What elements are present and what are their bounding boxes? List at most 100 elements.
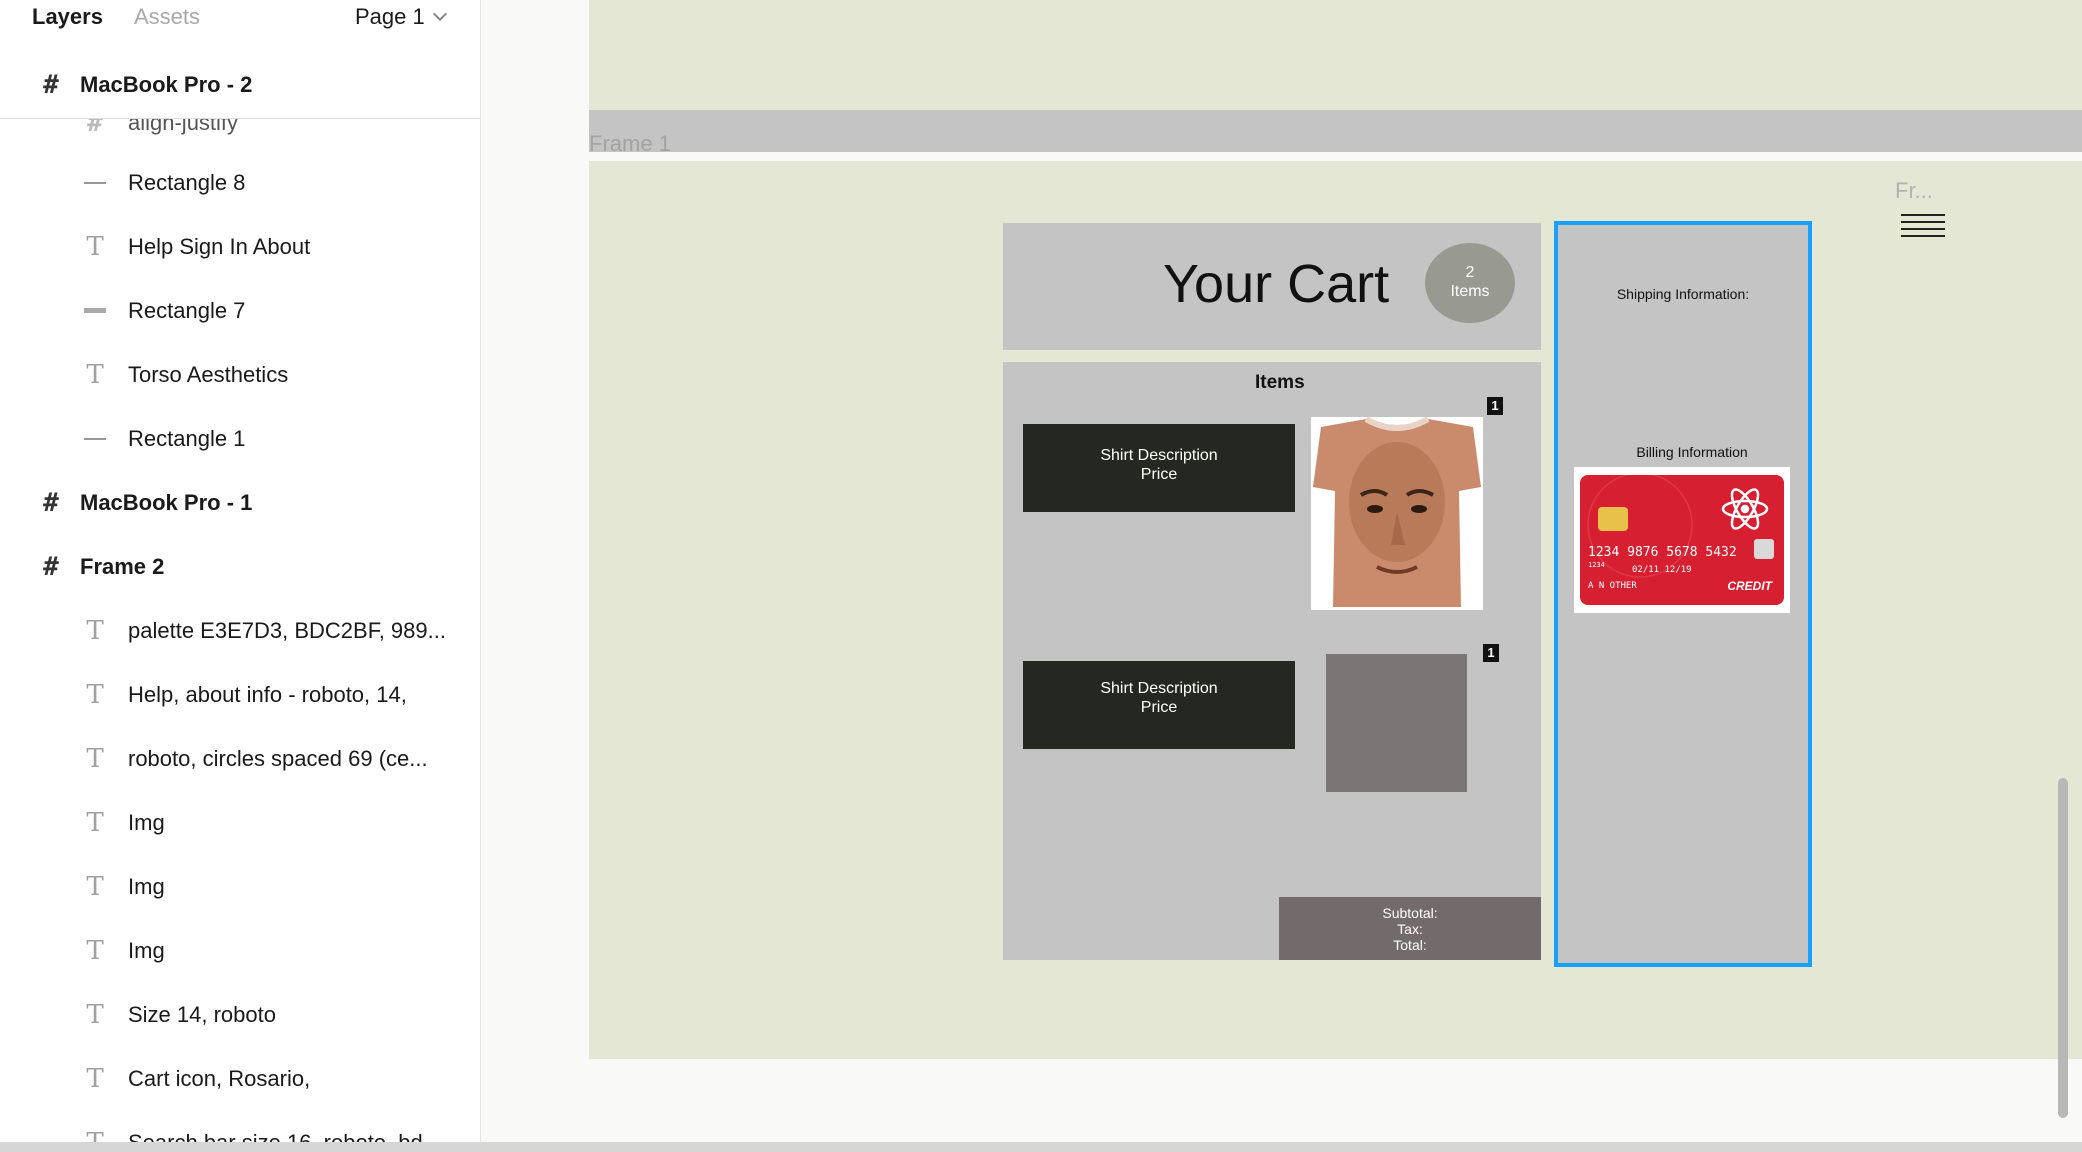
line-icon bbox=[80, 424, 110, 454]
layer-row-cart-icon[interactable]: T Cart icon, Rosario, bbox=[0, 1050, 480, 1110]
layer-label: Frame 2 bbox=[80, 554, 165, 579]
subtotal-label: Subtotal: bbox=[1382, 905, 1438, 921]
tab-layers[interactable]: Layers bbox=[32, 4, 103, 30]
items-heading: Items bbox=[1255, 372, 1305, 393]
layer-label: roboto, circles spaced 69 (ce... bbox=[128, 746, 428, 771]
item-description-card[interactable]: Shirt Description Price bbox=[1023, 424, 1295, 512]
text-icon: T bbox=[86, 616, 104, 646]
shipping-info-label: Shipping Information: bbox=[1616, 286, 1750, 302]
tab-assets[interactable]: Assets bbox=[134, 4, 200, 30]
item-quantity[interactable]: 1 bbox=[1483, 644, 1499, 662]
card-small-number: 1234 bbox=[1588, 561, 1605, 569]
badge-count: 2 bbox=[1465, 264, 1475, 281]
text-icon: T bbox=[86, 1000, 104, 1030]
layer-row-help-about-info[interactable]: T Help, about info - roboto, 14, bbox=[0, 666, 480, 726]
item-price: Price bbox=[1140, 466, 1178, 483]
layer-row-rectangle-1[interactable]: Rectangle 1 bbox=[0, 410, 480, 470]
total-label: Total: bbox=[1393, 937, 1427, 953]
layer-label: Search bar size 16, roboto, bd bbox=[128, 1130, 423, 1142]
text-icon: T bbox=[86, 232, 104, 262]
layer-label: MacBook Pro - 2 bbox=[80, 72, 253, 97]
layer-row-img-2[interactable]: T Img bbox=[0, 858, 480, 918]
layer-row-img-1[interactable]: T Img bbox=[0, 794, 480, 854]
canvas-scrollbar[interactable] bbox=[2058, 778, 2068, 1118]
card-face: 1234 9876 5678 5432 1234 02/11 12/19 A N… bbox=[1580, 475, 1784, 605]
badge-unit: Items bbox=[1450, 283, 1490, 300]
text-icon: T bbox=[86, 936, 104, 966]
item-description-card[interactable]: Shirt Description Price bbox=[1023, 661, 1295, 749]
card-dates: 02/11 12/19 bbox=[1632, 565, 1692, 575]
text-icon: T bbox=[86, 808, 104, 838]
billing-info-label: Billing Information bbox=[1636, 444, 1748, 460]
page-select[interactable]: Page 1 bbox=[355, 4, 447, 30]
page-select-label: Page 1 bbox=[355, 4, 425, 29]
chip-icon bbox=[1598, 507, 1628, 531]
panel-tabs: Layers Assets Page 1 bbox=[0, 0, 480, 40]
layer-row-search-bar[interactable]: T Search bar size 16, roboto, bd bbox=[0, 1114, 480, 1142]
items-panel: Items Shirt Description Price 1 Shirt De… bbox=[1003, 362, 1541, 960]
text-icon: T bbox=[86, 872, 104, 902]
text-icon: T bbox=[86, 680, 104, 710]
layer-label: Rectangle 1 bbox=[128, 426, 246, 451]
layer-label: Help Sign In About bbox=[128, 234, 311, 259]
layer-row-macbook-pro-2[interactable]: # MacBook Pro - 2 bbox=[0, 56, 480, 118]
chevron-down-icon bbox=[432, 6, 447, 22]
layer-label: Img bbox=[128, 874, 165, 899]
frame-icon: # bbox=[43, 552, 59, 582]
layer-row-size-14[interactable]: T Size 14, roboto bbox=[0, 986, 480, 1046]
layer-row-palette[interactable]: T palette E3E7D3, BDC2BF, 989... bbox=[0, 602, 480, 662]
layer-row-torso-aesthetics[interactable]: T Torso Aesthetics bbox=[0, 346, 480, 406]
frame-icon: # bbox=[43, 488, 59, 518]
card-number: 1234 9876 5678 5432 bbox=[1588, 545, 1737, 560]
layer-row-roboto-circles[interactable]: T roboto, circles spaced 69 (ce... bbox=[0, 730, 480, 790]
frame-short-label[interactable]: Fr... bbox=[1895, 178, 1933, 204]
text-icon: T bbox=[86, 1064, 104, 1094]
card-holder: A N OTHER bbox=[1588, 581, 1637, 591]
tax-label: Tax: bbox=[1397, 921, 1423, 937]
line-icon bbox=[80, 168, 110, 198]
frame-icon: # bbox=[43, 70, 59, 100]
divider bbox=[0, 118, 480, 119]
cart-header: Your Cart 2 Items bbox=[1003, 223, 1541, 350]
hologram-icon bbox=[1754, 539, 1774, 559]
layer-label: Torso Aesthetics bbox=[128, 362, 289, 387]
checkout-panel-selected[interactable]: Shipping Information: Billing Informatio… bbox=[1554, 221, 1812, 967]
frame-1-label[interactable]: Frame 1 bbox=[589, 131, 671, 157]
text-icon: T bbox=[80, 1128, 110, 1142]
text-icon: T bbox=[86, 360, 104, 390]
layer-label: palette E3E7D3, BDC2BF, 989... bbox=[128, 618, 446, 643]
layers-panel: Layers Assets Page 1 # align-justify Rec… bbox=[0, 0, 481, 1142]
layer-label: Img bbox=[128, 810, 165, 835]
layer-row-img-3[interactable]: T Img bbox=[0, 922, 480, 982]
cart-title: Your Cart bbox=[1163, 254, 1390, 314]
layer-row-frame-2[interactable]: # Frame 2 bbox=[0, 538, 480, 598]
design-canvas[interactable]: Frame 1 Fr... Your Cart 2 Items Items Sh… bbox=[481, 0, 2082, 1142]
layer-row-rectangle-8[interactable]: Rectangle 8 bbox=[0, 154, 480, 214]
layer-label: Rectangle 8 bbox=[128, 170, 246, 195]
layer-label: Help, about info - roboto, 14, bbox=[128, 682, 407, 707]
text-icon: T bbox=[86, 744, 104, 774]
item-description: Shirt Description bbox=[1100, 447, 1218, 464]
layer-label: Rectangle 7 bbox=[128, 298, 246, 323]
layer-label: Cart icon, Rosario, bbox=[128, 1066, 311, 1091]
shirt-image[interactable] bbox=[1311, 417, 1483, 610]
item-quantity[interactable]: 1 bbox=[1487, 397, 1503, 415]
credit-card-image[interactable]: 1234 9876 5678 5432 1234 02/11 12/19 A N… bbox=[1574, 467, 1790, 613]
image-placeholder[interactable] bbox=[1326, 654, 1467, 792]
layer-row-macbook-pro-1[interactable]: # MacBook Pro - 1 bbox=[0, 474, 480, 534]
layer-row-help-sign-in-about[interactable]: T Help Sign In About bbox=[0, 218, 480, 278]
layer-label: Img bbox=[128, 938, 165, 963]
items-count-badge: 2 Items bbox=[1425, 243, 1515, 323]
layer-label: MacBook Pro - 1 bbox=[80, 490, 253, 515]
frame-bar-gray bbox=[589, 110, 2082, 152]
bottom-bar bbox=[0, 1142, 2082, 1152]
frame-macbook-upper[interactable] bbox=[589, 0, 2082, 110]
item-description: Shirt Description bbox=[1100, 680, 1218, 697]
layer-row-rectangle-7[interactable]: Rectangle 7 bbox=[0, 282, 480, 342]
order-summary: Subtotal: Tax: Total: bbox=[1279, 897, 1541, 960]
card-type: CREDIT bbox=[1727, 579, 1772, 593]
item-price: Price bbox=[1140, 699, 1178, 716]
rectangle-icon bbox=[80, 296, 110, 326]
menu-icon[interactable] bbox=[1901, 214, 1945, 240]
layer-label: Size 14, roboto bbox=[128, 1002, 276, 1027]
